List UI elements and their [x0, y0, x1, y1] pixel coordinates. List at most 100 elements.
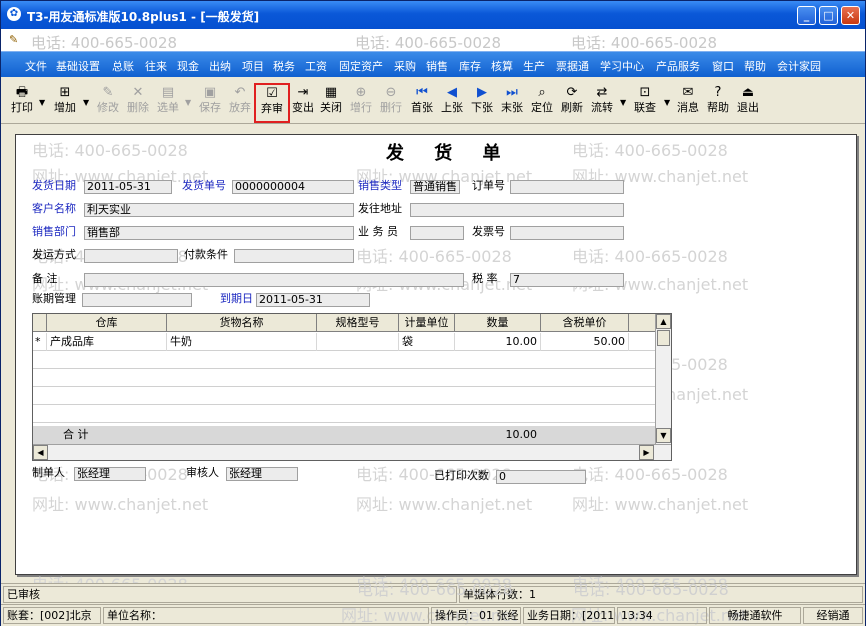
menu-cashier[interactable]: 出纳: [209, 58, 231, 74]
menu-purchase[interactable]: 采购: [394, 58, 416, 74]
ship-date-field[interactable]: 2011-05-31: [84, 180, 172, 194]
cell-spec[interactable]: [317, 333, 399, 351]
col-spec[interactable]: 规格型号: [317, 314, 399, 332]
dept-field[interactable]: 销售部: [84, 226, 354, 240]
menu-project[interactable]: 项目: [242, 58, 264, 74]
menu-production[interactable]: 生产: [523, 58, 545, 74]
change-button[interactable]: ⇥ 变出: [291, 84, 315, 120]
menu-help[interactable]: 帮助: [744, 58, 766, 74]
menu-inventory[interactable]: 库存: [459, 58, 481, 74]
document-icon[interactable]: ✎: [9, 33, 18, 46]
first-icon: ⏮: [416, 85, 428, 100]
cell-unit[interactable]: 袋: [399, 333, 455, 351]
due-field[interactable]: 2011-05-31: [256, 293, 370, 307]
menu-accountant-home[interactable]: 会计家园: [777, 58, 821, 74]
table-row[interactable]: [33, 387, 655, 405]
delete-button[interactable]: ✕ 删除: [125, 84, 151, 120]
locate-button[interactable]: ⌕ 定位: [529, 84, 555, 120]
abandon-button[interactable]: ↶ 放弃: [227, 84, 253, 120]
watermark-site: 网址: www.chanjet.net: [32, 495, 209, 514]
menu-sales[interactable]: 销售: [426, 58, 448, 74]
menu-ledger[interactable]: 总账: [112, 58, 134, 74]
refresh-icon: ⟳: [566, 85, 578, 100]
add-dropdown-icon[interactable]: ▼: [83, 98, 89, 107]
last-button[interactable]: ⏭ 末张: [499, 84, 525, 120]
unaudit-button[interactable]: ☑ 弃审: [254, 83, 290, 123]
close-button[interactable]: ✕: [841, 6, 860, 25]
scroll-down-icon[interactable]: ▼: [656, 428, 671, 443]
select-order-button[interactable]: ▤ 选单: [155, 84, 181, 120]
table-row[interactable]: [33, 369, 655, 387]
vertical-scrollbar[interactable]: ▲ ▼: [655, 314, 671, 444]
menu-bills[interactable]: 票据通: [556, 58, 589, 74]
customer-field[interactable]: 利天实业: [84, 203, 354, 217]
help-button[interactable]: ? 帮助: [705, 84, 731, 120]
invoice-no-field[interactable]: [510, 226, 624, 240]
table-row[interactable]: [33, 405, 655, 423]
next-button[interactable]: ▶ 下张: [469, 84, 495, 120]
payment-field[interactable]: [234, 249, 354, 263]
cell-goods[interactable]: 牛奶: [167, 333, 317, 351]
save-icon: ▣: [203, 85, 217, 100]
message-button[interactable]: ✉ 消息: [675, 84, 701, 120]
salesman-field[interactable]: [410, 226, 464, 240]
col-warehouse[interactable]: 仓库: [47, 314, 167, 332]
print-count-field: 0: [496, 470, 586, 484]
order-no-field[interactable]: [510, 180, 624, 194]
query-dropdown-icon[interactable]: ▼: [664, 98, 670, 107]
minimize-button[interactable]: _: [797, 6, 816, 25]
close-doc-button[interactable]: ▦ 关闭: [318, 84, 344, 120]
table-row[interactable]: * 产成品库 牛奶 袋 10.00 50.00: [33, 333, 655, 351]
prev-button[interactable]: ◀ 上张: [439, 84, 465, 120]
col-goods[interactable]: 货物名称: [167, 314, 317, 332]
scroll-right-icon[interactable]: ▶: [639, 445, 654, 460]
col-price[interactable]: 含税单价: [541, 314, 629, 332]
menu-file[interactable]: 文件: [25, 58, 47, 74]
table-row[interactable]: [33, 351, 655, 369]
watermark-phone: 电话: 400-665-0028: [571, 34, 718, 52]
col-qty[interactable]: 数量: [455, 314, 541, 332]
scroll-left-icon[interactable]: ◀: [33, 445, 48, 460]
menu-accounting[interactable]: 核算: [491, 58, 513, 74]
add-button[interactable]: ⊞ 增加: [51, 84, 79, 120]
scroll-thumb[interactable]: [657, 330, 670, 346]
ship-method-field[interactable]: [84, 249, 178, 263]
add-icon: ⊞: [59, 85, 71, 100]
horizontal-scrollbar[interactable]: ◀ ▶: [33, 444, 671, 460]
modify-button[interactable]: ✎ 修改: [95, 84, 121, 120]
menu-fixed-assets[interactable]: 固定资产: [339, 58, 383, 74]
menu-tax[interactable]: 税务: [273, 58, 295, 74]
print-dropdown-icon[interactable]: ▼: [39, 98, 45, 107]
col-unit[interactable]: 计量单位: [399, 314, 455, 332]
remark-field[interactable]: [84, 273, 464, 287]
refresh-button[interactable]: ⟳ 刷新: [559, 84, 585, 120]
menu-learning[interactable]: 学习中心: [600, 58, 644, 74]
flow-dropdown-icon[interactable]: ▼: [620, 98, 626, 107]
menu-basic-settings[interactable]: 基础设置: [56, 58, 100, 74]
menu-cash[interactable]: 现金: [177, 58, 199, 74]
menu-salary[interactable]: 工资: [305, 58, 327, 74]
first-button[interactable]: ⏮ 首张: [409, 84, 435, 120]
scroll-up-icon[interactable]: ▲: [656, 314, 671, 329]
add-row-button[interactable]: ⊕ 增行: [348, 84, 374, 120]
flow-button[interactable]: ⇄ 流转: [589, 84, 615, 120]
ship-addr-field[interactable]: [410, 203, 624, 217]
menu-product-service[interactable]: 产品服务: [656, 58, 700, 74]
sale-type-field[interactable]: 普通销售: [410, 180, 460, 194]
menu-accounts[interactable]: 往来: [145, 58, 167, 74]
exit-button[interactable]: ⏏ 退出: [735, 84, 761, 120]
query-button[interactable]: ⊡ 联查: [631, 84, 659, 120]
menu-window[interactable]: 窗口: [712, 58, 734, 74]
save-button[interactable]: ▣ 保存: [197, 84, 223, 120]
ship-no-field[interactable]: 0000000004: [232, 180, 354, 194]
credit-field[interactable]: [82, 293, 192, 307]
delete-row-button[interactable]: ⊖ 删行: [378, 84, 404, 120]
print-button[interactable]: 🖶 打印: [9, 84, 35, 120]
select-dropdown-icon[interactable]: ▼: [185, 98, 191, 107]
maximize-button[interactable]: □: [819, 6, 838, 25]
cell-warehouse[interactable]: 产成品库: [47, 333, 167, 351]
cell-qty[interactable]: 10.00: [455, 333, 541, 351]
tax-field[interactable]: 7: [510, 273, 624, 287]
cell-price[interactable]: 50.00: [541, 333, 629, 351]
add-row-icon: ⊕: [355, 85, 367, 100]
